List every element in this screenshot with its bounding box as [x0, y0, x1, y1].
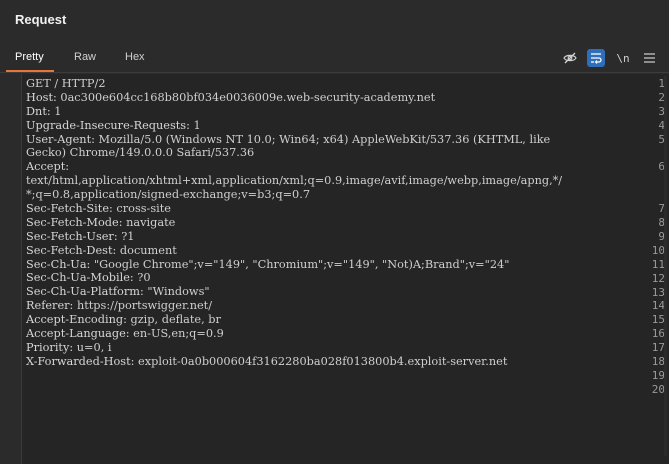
header-value: ?1: [117, 229, 135, 243]
code-line: User-Agent: Mozilla/5.0 (Windows NT 10.0…: [26, 133, 666, 147]
tab-raw[interactable]: Raw: [74, 51, 96, 63]
header-name: Referer:: [26, 299, 74, 313]
header-value: navigate: [122, 215, 176, 229]
code-line: Host: 0ac300e604cc168b80bf034e0036009e.w…: [26, 91, 666, 105]
wrap-icon[interactable]: [587, 49, 605, 67]
header-name: Sec-Fetch-Dest:: [26, 243, 117, 257]
header-value: "Google Chrome";v="149", "Chromium";v="1…: [90, 257, 510, 271]
code-line: Accept:: [26, 160, 666, 174]
code-line: Sec-Ch-Ua-Platform: "Windows": [26, 285, 666, 299]
header-value: ?0: [133, 271, 151, 285]
eye-off-icon[interactable]: [561, 49, 579, 67]
header-name: Sec-Fetch-User:: [26, 229, 118, 243]
panel-title: Request: [15, 12, 67, 27]
header-value: exploit-0a0b000604f3162280ba028f013800b4…: [134, 354, 508, 368]
header-value: Gecko) Chrome/149.0.0.0 Safari/537.36: [26, 146, 255, 160]
code-line: Priority: u=0, i: [26, 341, 666, 355]
header-value: u=0, i: [73, 340, 112, 354]
header-value: GET / HTTP/2: [26, 77, 106, 90]
code-line: X-Forwarded-Host: exploit-0a0b000604f316…: [26, 355, 666, 369]
header-value: document: [116, 243, 177, 257]
hamburger-menu-icon[interactable]: [640, 49, 658, 67]
header-name: X-Forwarded-Host:: [26, 354, 135, 368]
header-name: Sec-Ch-Ua:: [26, 257, 91, 271]
tab-hex[interactable]: Hex: [125, 51, 145, 63]
header-name: Priority:: [26, 340, 74, 354]
header-value: 1: [50, 104, 62, 118]
code-line: Sec-Ch-Ua-Mobile: ?0: [26, 271, 666, 285]
code-line: Sec-Fetch-Dest: document: [26, 244, 666, 258]
header-value: en-US,en;q=0.9: [129, 327, 224, 341]
header-value: 1: [189, 118, 201, 132]
tab-pretty[interactable]: Pretty: [15, 51, 44, 63]
header-name: Upgrade-Insecure-Requests:: [26, 118, 190, 132]
code-line: Accept-Encoding: gzip, deflate, br: [26, 313, 666, 327]
request-editor[interactable]: 1 2 3 4 5 6 7 8 9 10 11 12 13 14 15 16 17 18 19 20 GET / HT…: [0, 74, 669, 464]
header-value: https://portswigger.net/: [73, 299, 213, 313]
header-name: Accept-Encoding:: [26, 313, 127, 327]
code-line: Sec-Fetch-User: ?1: [26, 230, 666, 244]
header-name: User-Agent:: [26, 132, 95, 146]
code-line: text/html,application/xhtml+xml,applicat…: [26, 174, 666, 188]
header-value: text/html,application/xhtml+xml,applicat…: [26, 174, 563, 188]
code-line: Gecko) Chrome/149.0.0.0 Safari/537.36: [26, 146, 666, 160]
header-name: Accept-Language:: [26, 327, 130, 341]
header-value: gzip, deflate, br: [126, 313, 221, 327]
header-name: Sec-Fetch-Site:: [26, 202, 113, 216]
code-line: Sec-Fetch-Mode: navigate: [26, 216, 666, 230]
code-line: Sec-Fetch-Site: cross-site: [26, 202, 666, 216]
header-name: Sec-Ch-Ua-Mobile:: [26, 271, 134, 285]
request-panel: Request Pretty Raw Hex \n 1 2 3 4 5 6 7 8 9 10 11 1…: [0, 0, 669, 464]
header-name: Sec-Ch-Ua-Platform:: [26, 285, 144, 299]
vertical-scrollbar[interactable]: [664, 76, 667, 456]
code-line: *;q=0.8,application/signed-exchange;v=b3…: [26, 188, 666, 202]
newline-toggle-button[interactable]: \n: [614, 49, 632, 67]
header-value: cross-site: [112, 202, 171, 216]
code-line: Dnt: 1: [26, 105, 666, 119]
header-name: Host:: [26, 90, 57, 104]
header-value: 0ac300e604cc168b80bf034e0036009e.web-sec…: [56, 90, 436, 104]
tab-divider: [0, 72, 669, 73]
header-name: Sec-Fetch-Mode:: [26, 215, 123, 229]
request-code[interactable]: GET / HTTP/2 Host: 0ac300e604cc168b80bf03…: [26, 77, 666, 396]
line-number-gutter: [0, 74, 22, 464]
header-value: Mozilla/5.0 (Windows NT 10.0; Win64; x64…: [94, 132, 551, 146]
header-name: Accept:: [26, 160, 70, 174]
code-line: Upgrade-Insecure-Requests: 1: [26, 119, 666, 133]
code-line: GET / HTTP/2: [26, 77, 666, 91]
header-value: *;q=0.8,application/signed-exchange;v=b3…: [26, 188, 311, 202]
header-value: "Windows": [143, 285, 210, 299]
code-line: Sec-Ch-Ua: "Google Chrome";v="149", "Chr…: [26, 258, 666, 272]
header-name: Dnt:: [26, 104, 51, 118]
code-line: Referer: https://portswigger.net/: [26, 299, 666, 313]
code-line: Accept-Language: en-US,en;q=0.9: [26, 327, 666, 341]
